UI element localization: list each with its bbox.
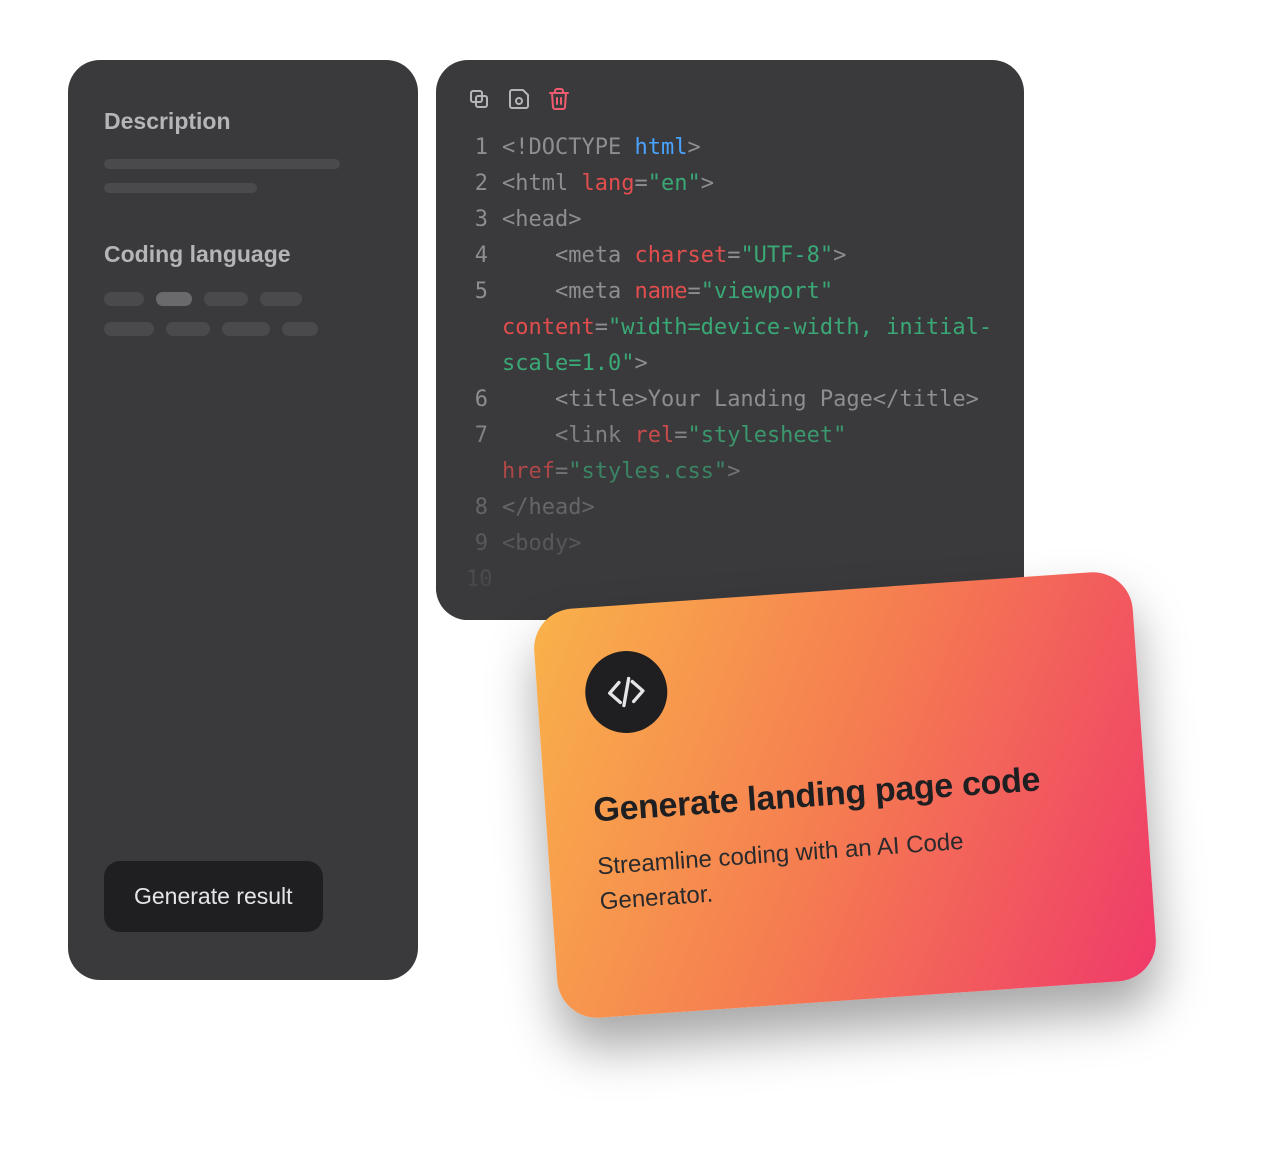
line-number: 6 bbox=[466, 382, 502, 418]
coding-language-label: Coding language bbox=[104, 241, 382, 268]
language-chips bbox=[104, 322, 382, 336]
skeleton-line bbox=[104, 183, 257, 193]
code-line: 4 <meta charset="UTF-8"> bbox=[466, 238, 994, 274]
language-chip[interactable] bbox=[104, 292, 144, 306]
code-content: <!DOCTYPE html> bbox=[502, 130, 994, 166]
language-chip[interactable] bbox=[260, 292, 302, 306]
code-icon bbox=[583, 648, 671, 736]
code-content: </head> bbox=[502, 490, 994, 526]
code-line: 7 <link rel="stylesheet" href="styles.cs… bbox=[466, 418, 994, 490]
promo-title: Generate landing page code bbox=[592, 756, 1097, 830]
code-content: <body> bbox=[502, 526, 994, 562]
promo-card: Generate landing page code Streamline co… bbox=[531, 570, 1158, 1021]
line-number: 10 bbox=[466, 562, 502, 598]
language-chip[interactable] bbox=[282, 322, 318, 336]
input-sidebar: Description Coding language Generate res… bbox=[68, 60, 418, 980]
code-content: <title>Your Landing Page</title> bbox=[502, 382, 994, 418]
code-toolbar bbox=[466, 86, 994, 112]
line-number: 7 bbox=[466, 418, 502, 490]
code-line: 1<!DOCTYPE html> bbox=[466, 130, 994, 166]
language-chip-active[interactable] bbox=[156, 292, 192, 306]
line-number: 1 bbox=[466, 130, 502, 166]
trash-icon[interactable] bbox=[546, 86, 572, 112]
code-line: 6 <title>Your Landing Page</title> bbox=[466, 382, 994, 418]
language-chip[interactable] bbox=[104, 322, 154, 336]
save-icon[interactable] bbox=[506, 86, 532, 112]
code-content: <link rel="stylesheet" href="styles.css"… bbox=[502, 418, 994, 490]
description-placeholder bbox=[104, 159, 382, 193]
copy-icon[interactable] bbox=[466, 86, 492, 112]
line-number: 9 bbox=[466, 526, 502, 562]
code-line: 2<html lang="en"> bbox=[466, 166, 994, 202]
language-chips bbox=[104, 292, 382, 306]
line-number: 4 bbox=[466, 238, 502, 274]
line-number: 8 bbox=[466, 490, 502, 526]
line-number: 3 bbox=[466, 202, 502, 238]
code-block: 1<!DOCTYPE html>2<html lang="en">3<head>… bbox=[466, 130, 994, 598]
code-content: <head> bbox=[502, 202, 994, 238]
code-content: <meta name="viewport" content="width=dev… bbox=[502, 274, 994, 382]
promo-subtitle: Streamline coding with an AI Code Genera… bbox=[596, 824, 980, 920]
language-chip[interactable] bbox=[166, 322, 210, 336]
description-label: Description bbox=[104, 108, 382, 135]
code-output-panel: 1<!DOCTYPE html>2<html lang="en">3<head>… bbox=[436, 60, 1024, 620]
code-line: 5 <meta name="viewport" content="width=d… bbox=[466, 274, 994, 382]
code-content: <meta charset="UTF-8"> bbox=[502, 238, 994, 274]
skeleton-line bbox=[104, 159, 340, 169]
code-line: 9<body> bbox=[466, 526, 994, 562]
code-line: 8</head> bbox=[466, 490, 994, 526]
language-chip[interactable] bbox=[222, 322, 270, 336]
generate-result-button[interactable]: Generate result bbox=[104, 861, 323, 932]
code-content: <html lang="en"> bbox=[502, 166, 994, 202]
language-chip[interactable] bbox=[204, 292, 248, 306]
line-number: 2 bbox=[466, 166, 502, 202]
line-number: 5 bbox=[466, 274, 502, 382]
code-line: 3<head> bbox=[466, 202, 994, 238]
